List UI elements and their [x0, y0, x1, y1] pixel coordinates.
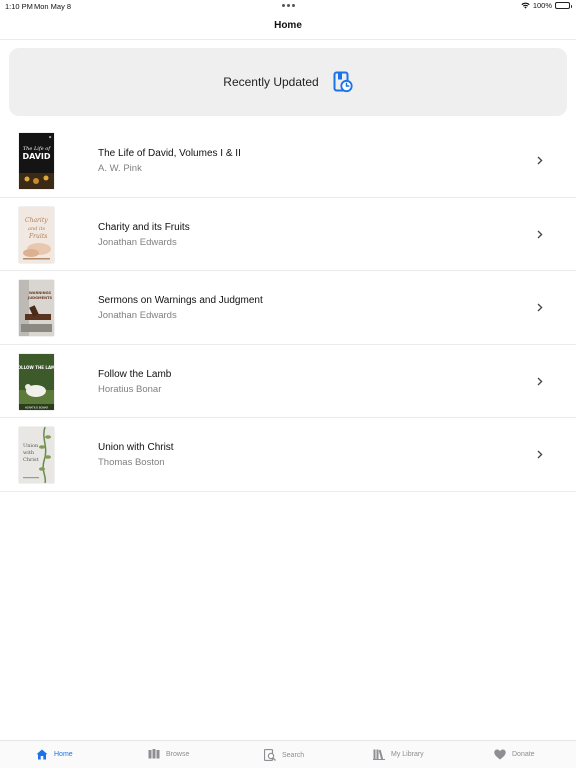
list-item[interactable]: FOLLOW THE LAMB HORATIUS BONAR Follow th…: [0, 345, 576, 418]
status-indicators: 100%: [521, 1, 572, 10]
svg-text:WARNINGS: WARNINGS: [29, 291, 52, 295]
search-book-icon: [264, 749, 276, 761]
svg-text:FOLLOW THE LAMB: FOLLOW THE LAMB: [19, 365, 54, 370]
chevron-right-icon: [537, 450, 543, 459]
books-icon: [148, 749, 160, 759]
list-item[interactable]: Union with Christ Union with Christ Thom…: [0, 418, 576, 492]
book-cover: FOLLOW THE LAMB HORATIUS BONAR: [19, 353, 54, 410]
cover-title: DAVID: [22, 152, 50, 161]
book-author: Jonathan Edwards: [98, 310, 177, 321]
tab-label: Browse: [166, 750, 190, 758]
tab-label: Donate: [512, 751, 535, 758]
svg-text:Fruits: Fruits: [28, 233, 47, 240]
navigation-bar: Home: [0, 12, 576, 40]
library-icon: [373, 749, 385, 760]
book-list: The Life of DAVID ◼ The Life of David, V…: [0, 124, 576, 492]
list-item[interactable]: WARNINGS JUDGMENTS Sermons on Warnings a…: [0, 271, 576, 345]
tab-my-library[interactable]: My Library: [373, 749, 424, 760]
house-icon: [36, 749, 48, 760]
book-cover: WARNINGS JUDGMENTS: [19, 280, 54, 336]
battery-icon: [555, 2, 572, 9]
chevron-right-icon: [537, 303, 543, 312]
book-author: Jonathan Edwards: [98, 236, 177, 248]
chevron-right-icon: [537, 377, 543, 386]
status-bar: 1:10 PM Mon May 8 100%: [0, 0, 576, 12]
tab-donate[interactable]: Donate: [494, 749, 535, 760]
recently-updated-button[interactable]: Recently Updated: [9, 48, 567, 116]
svg-text:JUDGMENTS: JUDGMENTS: [27, 296, 53, 300]
book-cover: Charity and its Fruits: [19, 206, 54, 263]
tab-home[interactable]: Home: [36, 749, 73, 760]
book-title: Follow the Lamb: [98, 368, 172, 380]
app-screen: 1:10 PM Mon May 8 100% Home Recently Upd…: [0, 0, 576, 768]
svg-text:HORATIUS BONAR: HORATIUS BONAR: [25, 405, 48, 409]
book-author: Horatius Bonar: [98, 383, 162, 395]
book-title: Sermons on Warnings and Judgment: [98, 295, 263, 306]
battery-percent: 100%: [532, 1, 552, 10]
tab-label: Search: [282, 751, 305, 759]
svg-text:with: with: [23, 450, 35, 456]
list-item[interactable]: Charity and its Fruits Charity and its F…: [0, 198, 576, 271]
book-clock-icon: [333, 71, 353, 93]
svg-text:and its: and its: [28, 226, 46, 232]
book-title: The Life of David, Volumes I & II: [98, 148, 241, 159]
tab-browse[interactable]: Browse: [148, 749, 189, 759]
book-author: Thomas Boston: [98, 457, 165, 468]
svg-text:Union: Union: [23, 443, 39, 449]
list-item[interactable]: The Life of DAVID ◼ The Life of David, V…: [0, 124, 576, 198]
tab-label: My Library: [391, 751, 424, 758]
book-cover: Union with Christ: [19, 427, 54, 483]
heart-icon: [494, 749, 506, 760]
book-cover: The Life of DAVID ◼: [19, 133, 54, 189]
tab-label: Home: [54, 751, 73, 758]
book-author: A. W. Pink: [98, 163, 142, 174]
page-title: Home: [274, 20, 302, 31]
svg-text:Charity: Charity: [25, 217, 48, 224]
wifi-icon: [521, 2, 530, 9]
status-date: Mon May 8: [34, 2, 72, 11]
chevron-right-icon: [537, 156, 543, 165]
tab-search[interactable]: Search: [264, 749, 304, 761]
multitasking-dots-icon[interactable]: [282, 4, 295, 7]
book-title: Charity and its Fruits: [98, 221, 190, 233]
recently-updated-label: Recently Updated: [223, 75, 319, 89]
book-title: Union with Christ: [98, 442, 174, 453]
status-time: 1:10 PM: [5, 2, 33, 11]
tab-bar: Home Browse Search My Library Donate: [0, 740, 576, 768]
svg-text:Christ: Christ: [23, 457, 39, 463]
chevron-right-icon: [537, 230, 543, 239]
